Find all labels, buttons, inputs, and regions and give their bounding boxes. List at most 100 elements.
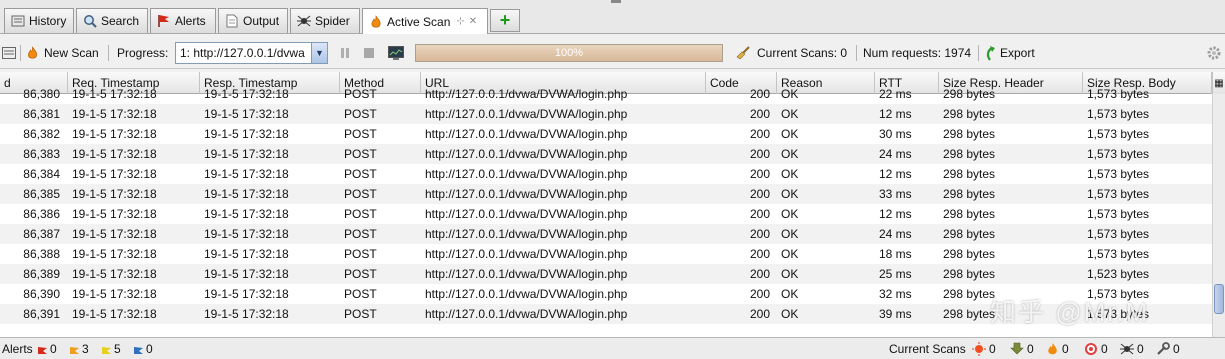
tab-search[interactable]: Search <box>76 8 148 33</box>
pause-button[interactable] <box>338 46 352 60</box>
tab-active-scan[interactable]: Active Scan ⊹ ✕ <box>362 8 488 34</box>
table-cell: POST <box>344 147 377 161</box>
scan-chart-button[interactable] <box>388 46 404 60</box>
drag-grip[interactable] <box>611 0 621 4</box>
tab-history[interactable]: History <box>4 8 74 33</box>
flag-icon <box>38 345 47 354</box>
table-cell: 1,573 bytes <box>1087 127 1150 141</box>
table-cell: POST <box>344 107 377 121</box>
table-cell: 298 bytes <box>943 107 996 121</box>
table-row[interactable]: 86,390 19-1-5 17:32:18 19-1-5 17:32:18 POST… <box>0 284 1212 304</box>
export-button[interactable]: Export <box>984 37 1035 69</box>
table-cell: 86,391 <box>23 307 60 321</box>
current-scans-status: Current Scans: 0 <box>735 37 847 69</box>
table-cell: 19-1-5 17:32:18 <box>204 247 289 261</box>
table-cell: http://127.0.0.1/dvwa/DVWA/login.php <box>425 267 628 281</box>
tab-bar: History Search Alerts Output Spider Acti… <box>0 0 1225 34</box>
table-row[interactable]: 86,381 19-1-5 17:32:18 19-1-5 17:32:18 POST… <box>0 104 1212 124</box>
table-cell: 1,573 bytes <box>1087 147 1150 161</box>
progress-label: Progress: <box>117 46 169 60</box>
table-cell: 19-1-5 17:32:18 <box>204 307 289 321</box>
new-scan-button[interactable]: New Scan <box>26 37 99 69</box>
settings-gear-icon[interactable] <box>1206 37 1222 69</box>
scrollbar-thumb[interactable] <box>1214 284 1224 314</box>
table-cell: 298 bytes <box>943 267 996 281</box>
table-cell: 12 ms <box>879 207 912 221</box>
table-cell: 19-1-5 17:32:18 <box>204 267 289 281</box>
table-cell: http://127.0.0.1/dvwa/DVWA/login.php <box>425 127 628 141</box>
stop-button[interactable] <box>362 46 376 60</box>
table-cell: 298 bytes <box>943 207 996 221</box>
table-cell: 32 ms <box>879 287 912 301</box>
toolbar: New Scan Progress: 1: http://127.0.0.1/d… <box>0 37 1225 69</box>
scan-count-download[interactable]: 0 <box>1010 338 1034 359</box>
table-cell: 19-1-5 17:32:18 <box>204 287 289 301</box>
table-cell: OK <box>781 247 799 261</box>
table-cell: POST <box>344 247 377 261</box>
table-cell: http://127.0.0.1/dvwa/DVWA/login.php <box>425 287 628 301</box>
column-chooser-icon[interactable]: ▦ <box>1212 72 1225 94</box>
table-cell: 1,573 bytes <box>1087 87 1150 101</box>
scan-count-sun[interactable]: 0 <box>972 338 996 359</box>
alert-count: 0 <box>146 342 153 356</box>
table-row[interactable]: 86,391 19-1-5 17:32:18 19-1-5 17:32:18 POST… <box>0 304 1212 324</box>
table-cell: 19-1-5 17:32:18 <box>204 227 289 241</box>
table-cell: POST <box>344 227 377 241</box>
table-cell: OK <box>781 147 799 161</box>
table-cell: 30 ms <box>879 127 912 141</box>
tab-label: Alerts <box>175 14 206 28</box>
table-cell: OK <box>781 127 799 141</box>
progress-scan-select[interactable]: 1: http://127.0.0.1/dvwa ▼ <box>175 42 328 64</box>
scan-count-active[interactable]: 0 <box>1046 338 1069 359</box>
vertical-scrollbar[interactable] <box>1212 94 1225 337</box>
table-row[interactable]: 86,385 19-1-5 17:32:18 19-1-5 17:32:18 POST… <box>0 184 1212 204</box>
table-row[interactable]: 86,384 19-1-5 17:32:18 19-1-5 17:32:18 POST… <box>0 164 1212 184</box>
table-row[interactable]: 86,382 19-1-5 17:32:18 19-1-5 17:32:18 POST… <box>0 124 1212 144</box>
wrench-icon <box>1156 342 1170 356</box>
panel-menu-icon[interactable] <box>2 37 16 69</box>
tab-spider[interactable]: Spider <box>290 8 360 33</box>
monitor-chart-icon <box>388 46 404 60</box>
table-cell: POST <box>344 207 377 221</box>
table-cell: 39 ms <box>879 307 912 321</box>
add-tab-button[interactable]: + <box>490 9 520 32</box>
pin-icon[interactable]: ⊹ <box>456 16 464 27</box>
table-row[interactable]: 86,387 19-1-5 17:32:18 19-1-5 17:32:18 POST… <box>0 224 1212 244</box>
alerts-status-label: Alerts <box>2 342 33 356</box>
pause-icon <box>341 48 349 58</box>
table-cell: 19-1-5 17:32:18 <box>72 267 157 281</box>
table-cell: 298 bytes <box>943 147 996 161</box>
alert-count-medium[interactable]: 3 <box>70 338 89 359</box>
tab-alerts[interactable]: Alerts <box>150 8 216 33</box>
scan-count-fuzzer[interactable]: 0 <box>1156 338 1180 359</box>
scan-count-spider[interactable]: 0 <box>1120 338 1144 359</box>
table-cell: POST <box>344 287 377 301</box>
close-icon[interactable]: ✕ <box>469 16 477 27</box>
table-cell: 19-1-5 17:32:18 <box>72 307 157 321</box>
table-row[interactable]: 86,386 19-1-5 17:32:18 19-1-5 17:32:18 POST… <box>0 204 1212 224</box>
table-row[interactable]: 86,388 19-1-5 17:32:18 19-1-5 17:32:18 POST… <box>0 244 1212 264</box>
table-cell: 1,573 bytes <box>1087 167 1150 181</box>
scan-count-target[interactable]: 0 <box>1084 338 1108 359</box>
table-cell: OK <box>781 107 799 121</box>
table-row[interactable]: 86,383 19-1-5 17:32:18 19-1-5 17:32:18 POST… <box>0 144 1212 164</box>
table-cell: http://127.0.0.1/dvwa/DVWA/login.php <box>425 227 628 241</box>
scan-count: 0 <box>1062 342 1069 356</box>
scan-count: 0 <box>989 342 996 356</box>
table-cell: 86,389 <box>23 267 60 281</box>
alert-count-low[interactable]: 5 <box>102 338 121 359</box>
chevron-down-icon[interactable]: ▼ <box>311 43 327 63</box>
table-cell: 86,383 <box>23 147 60 161</box>
alert-count-info[interactable]: 0 <box>134 338 153 359</box>
table-row[interactable]: 86,389 19-1-5 17:32:18 19-1-5 17:32:18 POST… <box>0 264 1212 284</box>
table-cell: 200 <box>749 267 770 281</box>
table-cell: 200 <box>749 207 770 221</box>
table-row[interactable]: 86,380 19-1-5 17:32:18 19-1-5 17:32:18 POST… <box>0 84 1212 104</box>
table-cell: 19-1-5 17:32:18 <box>72 127 157 141</box>
tab-output[interactable]: Output <box>218 8 288 33</box>
table-cell: POST <box>344 167 377 181</box>
table-cell: OK <box>781 87 799 101</box>
alert-count-high[interactable]: 0 <box>38 338 57 359</box>
table-cell: 86,380 <box>23 87 60 101</box>
table-cell: 86,390 <box>23 287 60 301</box>
